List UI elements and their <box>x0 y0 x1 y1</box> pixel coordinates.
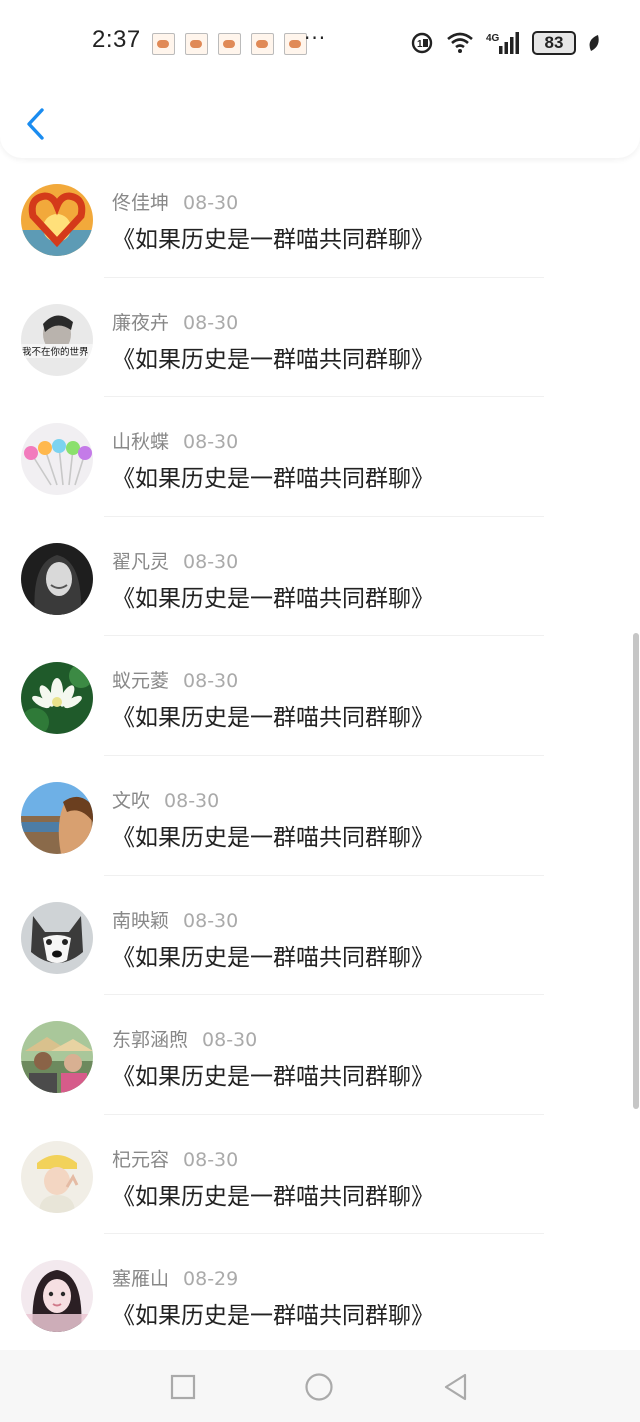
chevron-left-icon <box>27 108 44 140</box>
message-text: 《如果历史是一群喵共同群聊》 <box>112 585 434 612</box>
sender-meta: 杞元容 08-30 <box>112 1145 238 1172</box>
list-item[interactable]: 南映颖 08-30 《如果历史是一群喵共同群聊》 <box>0 876 640 996</box>
svg-text:1: 1 <box>417 39 423 50</box>
message-date: 08-30 <box>183 1148 239 1171</box>
message-text: 《如果历史是一群喵共同群聊》 <box>112 944 434 971</box>
message-date: 08-30 <box>183 670 239 693</box>
sender-name: 翟凡灵 <box>112 550 170 573</box>
avatar[interactable] <box>21 184 93 256</box>
contact-list: 佟佳坤 08-30 《如果历史是一群喵共同群聊》 我不在你的世界 廉夜卉 08-30… <box>0 158 640 1354</box>
system-icons: 1 4G 83 <box>410 30 600 56</box>
notification-app-icon <box>185 33 208 55</box>
message-text: 《如果历史是一群喵共同群聊》 <box>112 227 434 253</box>
list-item[interactable]: 东郭涵煦 08-30 《如果历史是一群喵共同群聊》 <box>0 995 640 1115</box>
more-notifications-icon: ··· <box>304 26 327 50</box>
battery-saver-leaf-icon <box>589 35 599 51</box>
list-item[interactable]: 山秋蝶 08-30 《如果历史是一群喵共同群聊》 <box>0 397 640 517</box>
message-date: 08-30 <box>183 192 239 214</box>
sender-name: 蚁元菱 <box>112 670 170 693</box>
sender-meta: 山秋蝶 08-30 <box>112 427 238 454</box>
message-date: 08-30 <box>202 1029 258 1052</box>
message-text: 《如果历史是一群喵共同群聊》 <box>112 1064 434 1091</box>
sender-name: 塞雁山 <box>112 1268 170 1291</box>
message-text: 《如果历史是一群喵共同群聊》 <box>112 466 434 493</box>
message-date: 08-30 <box>183 431 239 454</box>
notification-app-icon <box>218 33 241 55</box>
sender-name: 南映颖 <box>112 909 170 932</box>
list-item[interactable]: 塞雁山 08-29 《如果历史是一群喵共同群聊》 <box>0 1234 640 1354</box>
wifi-icon <box>447 32 473 53</box>
sender-meta: 南映颖 08-30 <box>112 906 238 933</box>
avatar[interactable] <box>21 901 93 974</box>
sender-meta: 廉夜卉 08-30 <box>112 308 238 335</box>
back-nav-button[interactable] <box>440 1372 470 1402</box>
message-date: 08-30 <box>183 311 239 334</box>
system-navigation-bar <box>0 1350 640 1422</box>
avatar[interactable] <box>21 1021 93 1094</box>
sender-name: 山秋蝶 <box>112 431 170 454</box>
message-text: 《如果历史是一群喵共同群聊》 <box>112 824 434 851</box>
notification-app-icon <box>251 33 274 55</box>
avatar[interactable] <box>21 423 93 496</box>
sender-name: 文吹 <box>112 789 151 812</box>
circle-icon <box>305 1373 333 1401</box>
list-item[interactable]: 翟凡灵 08-30 《如果历史是一群喵共同群聊》 <box>0 517 640 637</box>
message-date: 08-29 <box>183 1268 239 1291</box>
cellular-signal-icon: 4G <box>486 32 519 54</box>
message-text: 《如果历史是一群喵共同群聊》 <box>112 346 434 373</box>
sender-meta: 佟佳坤 08-30 <box>112 188 238 215</box>
status-time: 2:37 <box>92 26 141 53</box>
message-text: 《如果历史是一群喵共同群聊》 <box>112 1183 434 1210</box>
sender-meta: 蚁元菱 08-30 <box>112 666 238 693</box>
list-item[interactable]: 杞元容 08-30 《如果历史是一群喵共同群聊》 <box>0 1115 640 1235</box>
battery-indicator: 83 <box>532 31 576 55</box>
list-item[interactable]: 我不在你的世界 廉夜卉 08-30 《如果历史是一群喵共同群聊》 <box>0 278 640 398</box>
sender-meta: 东郭涵煦 08-30 <box>112 1025 257 1052</box>
avatar-caption: 我不在你的世界 <box>22 346 89 358</box>
sender-meta: 翟凡灵 08-30 <box>112 547 238 574</box>
list-item[interactable]: 蚁元菱 08-30 《如果历史是一群喵共同群聊》 <box>0 636 640 756</box>
sender-name: 廉夜卉 <box>112 311 170 334</box>
avatar[interactable] <box>21 781 93 854</box>
list-item[interactable]: 佟佳坤 08-30 《如果历史是一群喵共同群聊》 <box>0 158 640 278</box>
triangle-back-icon <box>444 1373 467 1401</box>
recent-apps-button[interactable] <box>168 1372 198 1402</box>
scrollbar[interactable] <box>633 633 639 1109</box>
sender-meta: 塞雁山 08-29 <box>112 1264 238 1291</box>
avatar[interactable] <box>21 1140 93 1213</box>
back-button[interactable] <box>18 104 54 144</box>
status-bar: 2:37 ··· 1 4G 83 <box>0 0 640 88</box>
avatar[interactable] <box>21 1260 93 1333</box>
message-text: 《如果历史是一群喵共同群聊》 <box>112 705 434 732</box>
home-button[interactable] <box>304 1372 334 1402</box>
avatar[interactable] <box>21 542 93 615</box>
hd-call-icon: 1 <box>411 32 433 54</box>
avatar[interactable] <box>21 662 93 735</box>
sender-name: 佟佳坤 <box>112 192 170 214</box>
message-date: 08-30 <box>183 909 239 932</box>
message-text: 《如果历史是一群喵共同群聊》 <box>112 1303 434 1330</box>
sender-meta: 文吹 08-30 <box>112 786 219 813</box>
message-date: 08-30 <box>164 789 220 812</box>
notification-icons <box>152 33 307 55</box>
notification-app-icon <box>152 33 175 55</box>
svg-text:4G: 4G <box>486 33 500 44</box>
square-icon <box>170 1374 196 1400</box>
sender-name: 杞元容 <box>112 1148 170 1171</box>
message-date: 08-30 <box>183 550 239 573</box>
avatar[interactable]: 我不在你的世界 <box>21 303 93 376</box>
list-item[interactable]: 文吹 08-30 《如果历史是一群喵共同群聊》 <box>0 756 640 876</box>
sender-name: 东郭涵煦 <box>112 1029 189 1052</box>
